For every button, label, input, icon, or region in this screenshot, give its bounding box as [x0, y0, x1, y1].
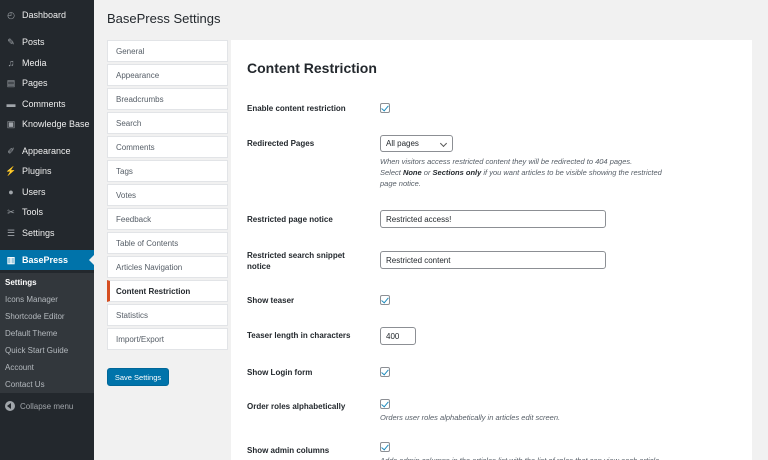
menu-label: Appearance — [22, 146, 71, 156]
menu-label: Dashboard — [22, 10, 67, 20]
tab-statistics[interactable]: Statistics — [107, 304, 228, 326]
users-icon: ● — [8, 187, 14, 197]
page-title: BasePress Settings — [107, 11, 221, 26]
tab-general[interactable]: General — [107, 40, 228, 62]
menu-label: Knowledge Base — [22, 119, 90, 129]
knowledge-base-icon: ▣ — [6, 118, 16, 129]
desc-none-emphasis: None — [402, 168, 422, 177]
menu-knowledge-base[interactable]: ▣ Knowledge Base — [0, 114, 94, 134]
sliders-icon: ☰ — [6, 227, 16, 238]
tab-feedback[interactable]: Feedback — [107, 208, 228, 230]
collapse-arrow-icon — [5, 401, 15, 411]
redirected-pages-label: Redirected Pages — [247, 139, 315, 148]
desc-line-1: When visitors access restricted content … — [380, 157, 633, 166]
show-teaser-checkbox[interactable] — [380, 295, 390, 305]
menu-appearance[interactable]: ✐ Appearance — [0, 141, 94, 161]
menu-basepress[interactable]: ▥ BasePress — [0, 250, 94, 270]
menu-posts[interactable]: ✎ Posts — [0, 32, 94, 52]
desc-text: Select — [380, 168, 403, 177]
menu-tools[interactable]: ✂ Tools — [0, 202, 94, 222]
tab-appearance[interactable]: Appearance — [107, 64, 228, 86]
redirected-pages-description: When visitors access restricted content … — [380, 156, 740, 189]
menu-settings[interactable]: ☰ Settings — [0, 223, 94, 243]
desc-line-2: Select None or Sections only if you want… — [380, 167, 740, 178]
order-roles-description: Orders user roles alphabetically in arti… — [380, 413, 561, 422]
dashboard-icon: ◴ — [7, 9, 15, 20]
search-snippet-input[interactable]: Restricted content — [380, 251, 606, 269]
save-settings-button[interactable]: Save Settings — [107, 368, 169, 386]
submenu-account[interactable]: Account — [5, 363, 34, 372]
admin-columns-checkbox[interactable] — [380, 442, 390, 452]
submenu-settings[interactable]: Settings — [5, 278, 37, 287]
submenu-default-theme[interactable]: Default Theme — [5, 329, 57, 338]
pin-icon: ✎ — [7, 36, 15, 47]
show-teaser-label: Show teaser — [247, 296, 295, 305]
tab-breadcrumbs[interactable]: Breadcrumbs — [107, 88, 228, 110]
admin-columns-label: Show admin columns — [247, 446, 330, 455]
restricted-notice-input[interactable]: Restricted access! — [380, 210, 606, 228]
tab-table-of-contents[interactable]: Table of Contents — [107, 232, 228, 254]
order-roles-label: Order roles alphabetically — [247, 402, 346, 411]
tab-articles-navigation[interactable]: Articles Navigation — [107, 256, 228, 278]
book-icon: ▥ — [6, 254, 16, 265]
menu-pages[interactable]: ▤ Pages — [0, 73, 94, 93]
menu-media[interactable]: ♫ Media — [0, 53, 94, 73]
comment-icon: ▬ — [6, 99, 16, 109]
menu-label: Media — [22, 58, 47, 68]
menu-label: Settings — [22, 228, 55, 238]
wrench-icon: ✂ — [7, 206, 15, 217]
submenu-shortcode-editor[interactable]: Shortcode Editor — [5, 312, 65, 321]
teaser-length-input[interactable]: 400 — [380, 327, 416, 345]
tab-tags[interactable]: Tags — [107, 160, 228, 182]
submenu-icons-manager[interactable]: Icons Manager — [5, 295, 58, 304]
tab-comments[interactable]: Comments — [107, 136, 228, 158]
admin-sidebar: ◴ Dashboard ✎ Posts ♫ Media ▤ Pages ▬ Comment… — [0, 0, 94, 460]
menu-dashboard[interactable]: ◴ Dashboard — [0, 5, 94, 25]
show-login-label: Show Login form — [247, 368, 313, 377]
admin-columns-description: Adds admin columns in the articles list … — [380, 455, 740, 460]
order-roles-checkbox[interactable] — [380, 399, 390, 409]
basepress-submenu: Settings Icons Manager Shortcode Editor … — [0, 273, 94, 393]
tab-votes[interactable]: Votes — [107, 184, 228, 206]
redirected-pages-select[interactable]: All pages — [380, 135, 453, 152]
pages-icon: ▤ — [6, 77, 16, 88]
menu-label: Posts — [22, 37, 45, 47]
menu-users[interactable]: ● Users — [0, 182, 94, 202]
show-login-checkbox[interactable] — [380, 367, 390, 377]
desc-text: or — [421, 168, 433, 177]
menu-label: BasePress — [22, 255, 69, 265]
menu-comments[interactable]: ▬ Comments — [0, 94, 94, 114]
chevron-down-icon — [439, 139, 448, 148]
collapse-menu-button[interactable]: Collapse menu — [0, 398, 94, 414]
brush-icon: ✐ — [7, 145, 15, 156]
teaser-length-label: Teaser length in characters — [247, 331, 351, 340]
tab-content-restriction[interactable]: Content Restriction — [107, 280, 228, 302]
enable-restriction-checkbox[interactable] — [380, 103, 390, 113]
plugin-icon: ⚡ — [5, 165, 17, 176]
menu-plugins[interactable]: ⚡ Plugins — [0, 161, 94, 181]
search-snippet-label: Restricted search snippet notice — [247, 251, 345, 271]
collapse-label: Collapse menu — [20, 401, 74, 411]
tab-search[interactable]: Search — [107, 112, 228, 134]
menu-label: Plugins — [22, 166, 52, 176]
menu-label: Pages — [22, 78, 48, 88]
submenu-contact-us[interactable]: Contact Us — [5, 380, 45, 389]
enable-restriction-label: Enable content restriction — [247, 104, 346, 113]
desc-sections-emphasis: Sections only — [432, 168, 482, 177]
submenu-quick-start-guide[interactable]: Quick Start Guide — [5, 346, 68, 355]
menu-label: Tools — [22, 207, 44, 217]
menu-label: Comments — [22, 99, 66, 109]
tab-import-export[interactable]: Import/Export — [107, 328, 228, 350]
menu-label: Users — [22, 187, 46, 197]
media-icon: ♫ — [7, 58, 15, 68]
section-title: Content Restriction — [247, 60, 377, 76]
desc-text: if you want articles to be visible showi… — [481, 168, 662, 177]
desc-line-3: page notice. — [380, 179, 421, 188]
restricted-notice-label: Restricted page notice — [247, 215, 333, 224]
redirected-pages-value: All pages — [386, 139, 419, 148]
